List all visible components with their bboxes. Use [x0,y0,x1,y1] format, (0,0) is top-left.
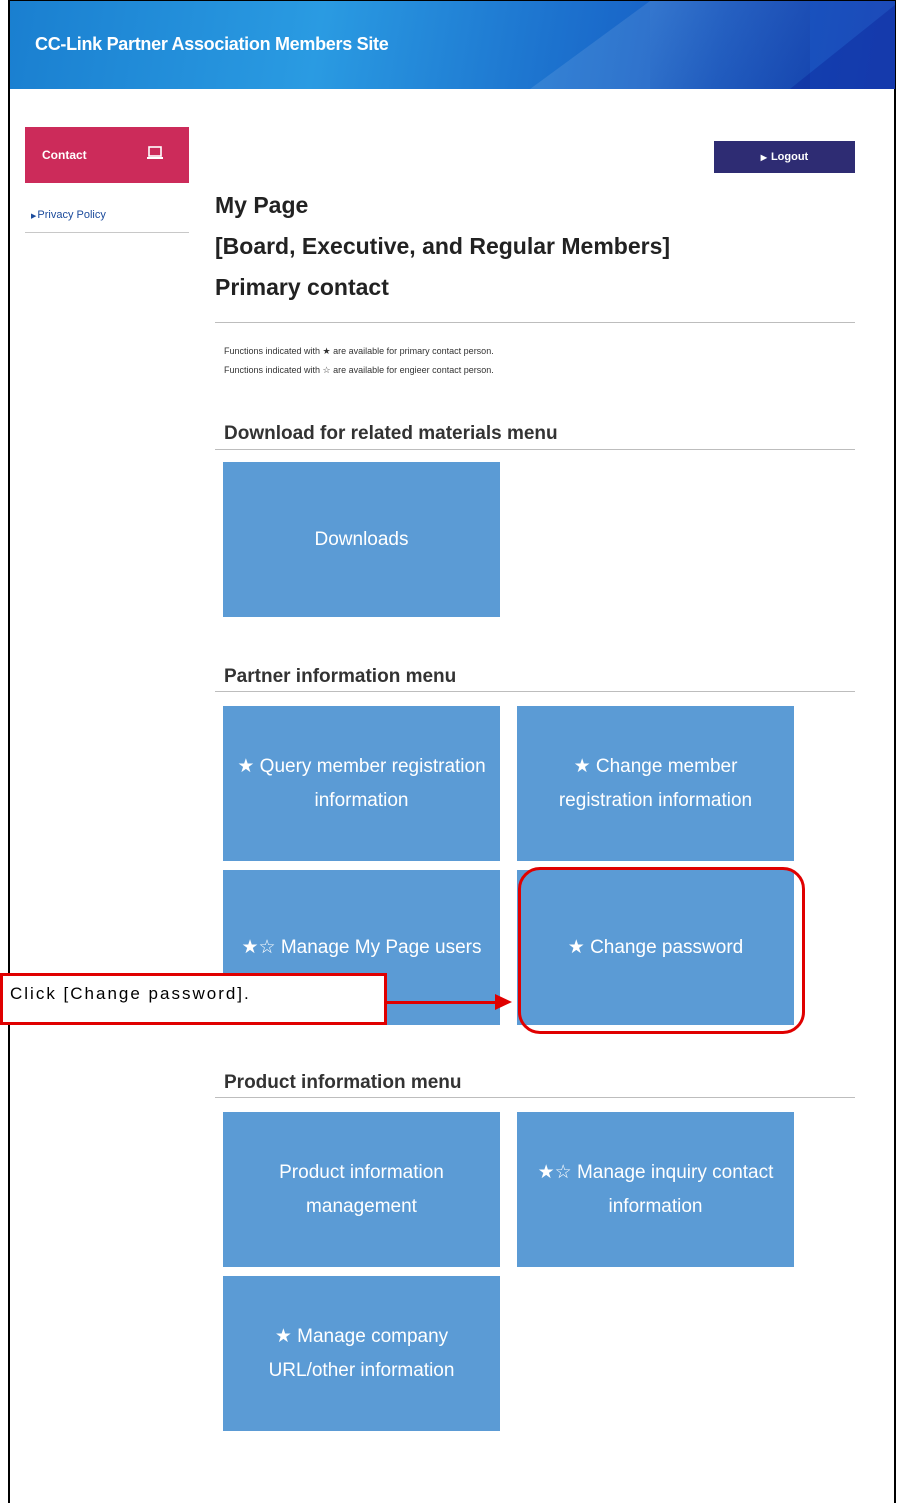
contact-button[interactable]: Contact [25,127,189,183]
title-divider [215,322,855,323]
section-divider [215,1097,855,1098]
contact-label: Contact [42,148,87,162]
page-subtitle-membership: [Board, Executive, and Regular Members] [215,233,671,259]
site-title[interactable]: CC-Link Partner Association Members Site [35,34,389,55]
triangle-right-icon: ▶ [760,152,767,162]
arrow-right-icon [495,994,512,1010]
callout-arrow-line [387,1001,497,1004]
privacy-policy-label: Privacy Policy [37,209,106,221]
tile-manage-company-url[interactable]: ★ Manage company URL/other information [223,1276,500,1431]
section-heading-download: Download for related materials menu [224,423,558,444]
section-heading-product: Product information menu [224,1072,462,1093]
logout-label: Logout [770,151,809,163]
tile-change-member-registration[interactable]: ★ Change member registration information [517,706,794,861]
triangle-right-icon: ▶ [31,213,37,220]
instruction-callout-text: Click [Change password]. [10,984,251,1003]
instruction-callout: Click [Change password]. [0,973,387,1025]
page-title: My Page [215,192,309,218]
tile-downloads[interactable]: Downloads [223,462,500,617]
section-divider [215,449,855,450]
legend-note-primary: Functions indicated with ★ are available… [224,346,494,356]
tile-manage-inquiry-contact[interactable]: ★☆ Manage inquiry contact information [517,1112,794,1267]
tile-product-information-management[interactable]: Product information management [223,1112,500,1267]
sidebar-divider [25,232,189,233]
tile-query-member-registration[interactable]: ★ Query member registration information [223,706,500,861]
section-heading-partner: Partner information menu [224,666,457,687]
page-subtitle-role: Primary contact [215,274,389,300]
privacy-policy-link[interactable]: ▶Privacy Policy [31,209,106,221]
change-password-highlight [518,867,805,1034]
legend-note-engineer: Functions indicated with ☆ are available… [224,365,494,375]
logout-button[interactable]: ▶ Logout [714,141,855,173]
site-header: CC-Link Partner Association Members Site [10,1,895,89]
monitor-icon [147,146,163,159]
section-divider [215,691,855,692]
